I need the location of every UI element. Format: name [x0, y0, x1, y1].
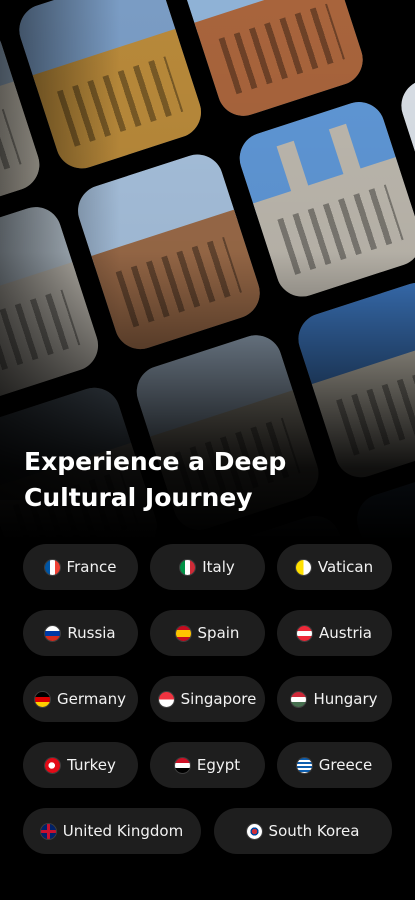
- country-chip-singapore[interactable]: Singapore: [150, 676, 265, 722]
- country-label: Austria: [319, 624, 372, 642]
- country-chip-italy[interactable]: Italy: [150, 544, 265, 590]
- country-chip-hungary[interactable]: Hungary: [277, 676, 392, 722]
- country-label: Italy: [202, 558, 235, 576]
- country-label: Spain: [197, 624, 240, 642]
- country-label: Vatican: [317, 558, 374, 576]
- country-label: Egypt: [196, 756, 241, 774]
- flag-russia-icon: [45, 625, 61, 641]
- flag-egypt-icon: [174, 757, 190, 773]
- country-chip-vatican[interactable]: Vatican: [277, 544, 392, 590]
- country-chip-greece[interactable]: Greece: [277, 742, 392, 788]
- country-chip-germany[interactable]: Germany: [23, 676, 138, 722]
- country-chip-grid: France Italy Vatican Russia Spain Austri…: [0, 0, 415, 900]
- flag-united-kingdom-icon: [40, 823, 56, 839]
- country-chip-united-kingdom[interactable]: United Kingdom: [23, 808, 201, 854]
- flag-germany-icon: [35, 691, 51, 707]
- flag-vatican-icon: [295, 559, 311, 575]
- country-label: Greece: [318, 756, 373, 774]
- country-chip-russia[interactable]: Russia: [23, 610, 138, 656]
- country-label: Russia: [67, 624, 116, 642]
- country-label: France: [66, 558, 117, 576]
- flag-austria-icon: [297, 625, 312, 641]
- country-chip-austria[interactable]: Austria: [277, 610, 392, 656]
- country-label: Germany: [57, 690, 126, 708]
- country-label: Hungary: [313, 690, 378, 708]
- country-chip-turkey[interactable]: Turkey: [23, 742, 138, 788]
- flag-spain-icon: [175, 625, 191, 641]
- country-label: Singapore: [180, 690, 257, 708]
- country-chip-spain[interactable]: Spain: [150, 610, 265, 656]
- flag-italy-icon: [180, 559, 196, 575]
- country-chip-france[interactable]: France: [23, 544, 138, 590]
- country-chip-south-korea[interactable]: South Korea: [214, 808, 392, 854]
- country-chip-egypt[interactable]: Egypt: [150, 742, 265, 788]
- flag-greece-icon: [296, 757, 312, 773]
- country-label: South Korea: [268, 822, 360, 840]
- flag-south-korea-icon: [246, 823, 262, 839]
- flag-france-icon: [44, 559, 60, 575]
- flag-turkey-icon: [45, 757, 61, 773]
- country-label: Turkey: [67, 756, 116, 774]
- flag-singapore-icon: [158, 691, 174, 707]
- country-label: United Kingdom: [62, 822, 184, 840]
- flag-hungary-icon: [291, 691, 307, 707]
